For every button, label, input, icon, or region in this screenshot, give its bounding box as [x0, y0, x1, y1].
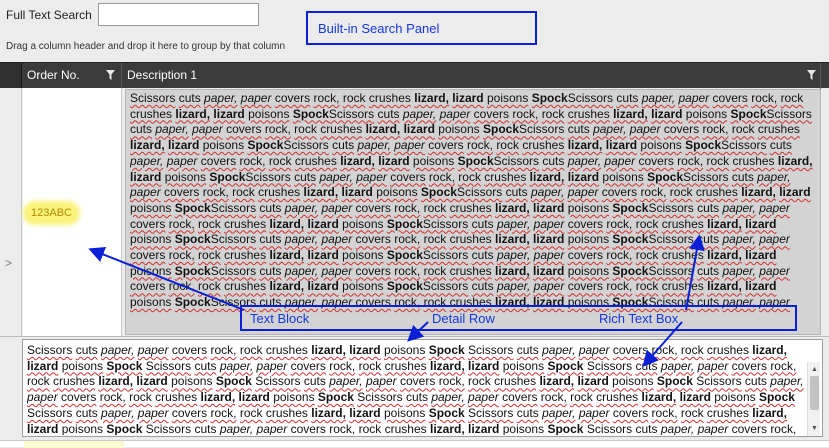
group-panel-hint[interactable]: Drag a column header and drop it here to…: [6, 41, 285, 52]
text-block-cell[interactable]: Scissors cuts paper, paper covers rock, …: [125, 89, 821, 335]
column-label-description-1: Description 1: [127, 68, 198, 82]
filter-icon[interactable]: [807, 70, 816, 80]
column-header-bar: Order No. Description 1: [0, 62, 829, 89]
search-label: Full Text Search: [6, 8, 92, 22]
scrollbar-thumb[interactable]: [810, 376, 819, 410]
filter-icon[interactable]: [106, 70, 115, 80]
scroll-down-icon[interactable]: ▼: [809, 423, 820, 434]
rich-text-content: Scissors cuts paper, paper covers rock, …: [27, 343, 804, 435]
order-no-cell[interactable]: 123ABC: [23, 88, 122, 336]
annotation-search-panel-label: Built-in Search Panel: [318, 21, 440, 36]
chevron-right-icon[interactable]: >: [5, 256, 12, 270]
row-header-spacer: [0, 63, 22, 89]
detail-row: Scissors cuts paper, paper covers rock, …: [0, 336, 829, 440]
annotation-detail-row-label: Detail Row: [432, 311, 495, 326]
order-no-value: 123ABC: [27, 205, 76, 221]
next-table-row[interactable]: [0, 440, 829, 448]
annotation-text-block-label: Text Block: [250, 311, 310, 326]
scroll-up-icon[interactable]: ▲: [809, 364, 820, 375]
row-indicator[interactable]: >: [0, 88, 22, 336]
scrollbar[interactable]: ▲ ▼: [807, 362, 820, 436]
annotation-rich-text-box-label: Rich Text Box: [599, 311, 679, 326]
column-label-order-no: Order No.: [27, 68, 80, 82]
description-text-block: Scissors cuts paper, paper covers rock, …: [130, 91, 813, 313]
column-header-order-no[interactable]: Order No.: [22, 63, 122, 89]
search-input[interactable]: [98, 3, 259, 26]
annotation-search-panel: Built-in Search Panel: [306, 11, 537, 45]
column-header-description-1[interactable]: Description 1: [122, 63, 821, 89]
rich-text-box[interactable]: Scissors cuts paper, paper covers rock, …: [22, 339, 823, 437]
annotation-bottom-box: [240, 305, 797, 331]
